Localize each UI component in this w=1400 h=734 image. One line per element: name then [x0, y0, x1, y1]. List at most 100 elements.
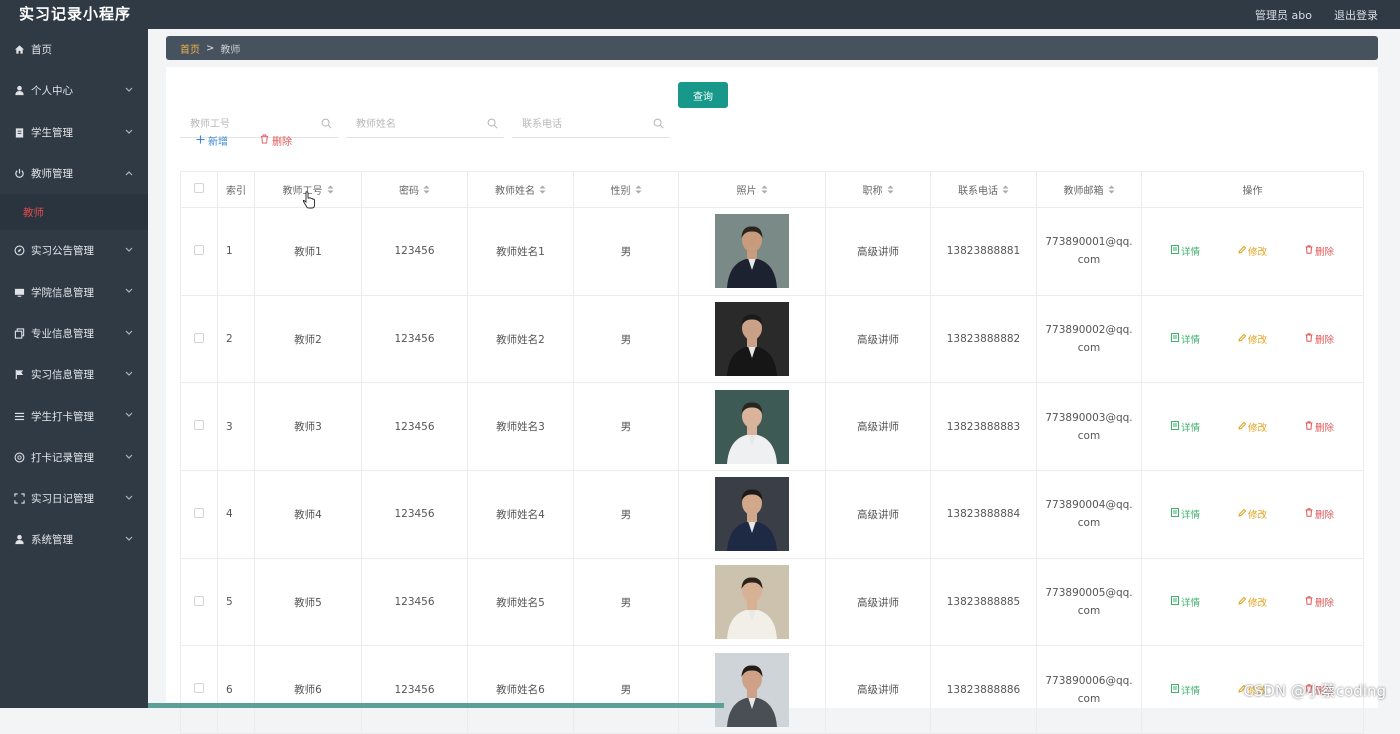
sort-icon[interactable] — [761, 185, 768, 197]
row-select-cell — [180, 645, 218, 734]
delete-label: 删除 — [1314, 598, 1334, 610]
sidebar-item-checkin-records[interactable]: 打卡记录管理 — [0, 437, 148, 478]
chevron-down-icon — [125, 327, 133, 339]
cell-actions: 详情 修改 删除 — [1141, 207, 1364, 296]
detail-button[interactable]: 详情 — [1170, 244, 1200, 259]
row-checkbox[interactable] — [194, 683, 204, 694]
teacher-photo[interactable] — [715, 214, 789, 289]
sidebar-item-college[interactable]: 学院信息管理 — [0, 271, 148, 312]
trash-icon — [260, 134, 272, 147]
logout-link[interactable]: 退出登录 — [1334, 7, 1378, 23]
table-row: 1 教师1 123456 教师姓名1 男 高级讲师 13823888881 77… — [180, 207, 1364, 296]
cell-phone: 13823888885 — [930, 557, 1037, 647]
phone-input[interactable] — [512, 112, 642, 136]
watermark: CSDN @小蔡coding — [1243, 682, 1386, 700]
sidebar-item-diary[interactable]: 实习日记管理 — [0, 478, 148, 519]
detail-button[interactable]: 详情 — [1170, 332, 1200, 347]
cell-photo — [678, 294, 826, 384]
pencil-icon — [1238, 333, 1248, 345]
teacher-photo[interactable] — [715, 652, 789, 727]
sort-icon[interactable] — [1108, 185, 1115, 197]
delete-button[interactable]: 删除 — [1305, 244, 1334, 258]
row-checkbox[interactable] — [194, 595, 204, 606]
select-all-checkbox[interactable] — [194, 183, 204, 193]
email-text: 773890004@qq.com — [1045, 499, 1133, 530]
copy-icon — [12, 326, 26, 340]
column-header-gender[interactable]: 性别 — [573, 171, 679, 208]
teacher-name-input[interactable] — [346, 112, 476, 136]
sidebar-item-home[interactable]: 首页 — [0, 29, 148, 70]
batch-delete-button[interactable]: 删除 — [260, 133, 292, 148]
query-button[interactable]: 查询 — [678, 82, 728, 108]
sidebar-item-label: 教师管理 — [31, 168, 73, 181]
column-header-phone[interactable]: 联系电话 — [930, 171, 1037, 208]
edit-button[interactable]: 修改 — [1238, 507, 1267, 521]
delete-button[interactable]: 删除 — [1305, 507, 1334, 521]
row-checkbox[interactable] — [194, 244, 204, 255]
sort-icon[interactable] — [423, 185, 430, 197]
sidebar-item-announcements[interactable]: 实习公告管理 — [0, 230, 148, 271]
list-icon — [12, 409, 26, 423]
edit-button[interactable]: 修改 — [1238, 244, 1267, 258]
teacher-photo[interactable] — [715, 477, 789, 552]
column-header-photo[interactable]: 照片 — [678, 171, 826, 208]
row-checkbox[interactable] — [194, 332, 204, 343]
detail-button[interactable]: 详情 — [1170, 420, 1200, 434]
column-header-title[interactable]: 职称 — [825, 171, 931, 208]
breadcrumb-separator: > — [206, 42, 215, 54]
detail-button[interactable]: 详情 — [1170, 507, 1200, 521]
sort-icon[interactable] — [887, 185, 894, 197]
email-text: 773890005@qq.com — [1045, 587, 1133, 618]
cell-gender: 男 — [573, 294, 679, 384]
sort-icon[interactable] — [327, 185, 334, 197]
column-header-teacher-name[interactable]: 教师姓名 — [467, 171, 574, 208]
detail-label: 详情 — [1180, 335, 1200, 347]
header-label: 职称 — [862, 186, 883, 197]
delete-button[interactable]: 删除 — [1305, 595, 1334, 609]
header-label: 照片 — [736, 186, 757, 197]
edit-button[interactable]: 修改 — [1238, 595, 1267, 609]
edit-button[interactable]: 修改 — [1238, 420, 1267, 434]
delete-button[interactable]: 删除 — [1305, 420, 1334, 434]
sort-icon[interactable] — [1002, 185, 1009, 197]
sort-icon[interactable] — [539, 185, 546, 197]
cell-photo — [678, 207, 826, 296]
sidebar-item-checkin[interactable]: 学生打卡管理 — [0, 395, 148, 436]
header-label: 密码 — [399, 186, 419, 197]
row-select-cell — [180, 207, 218, 296]
delete-button[interactable]: 删除 — [1305, 332, 1334, 346]
cell-password: 123456 — [361, 557, 468, 647]
teacher-photo[interactable] — [715, 565, 789, 640]
column-header-email[interactable]: 教师邮箱 — [1036, 171, 1142, 208]
cell-photo — [678, 382, 826, 472]
detail-label: 详情 — [1180, 247, 1200, 259]
sidebar-item-internship[interactable]: 实习信息管理 — [0, 354, 148, 395]
row-checkbox[interactable] — [194, 420, 204, 431]
edit-button[interactable]: 修改 — [1238, 332, 1267, 346]
detail-button[interactable]: 详情 — [1170, 683, 1200, 697]
user-label: 管理员 abo — [1255, 9, 1312, 22]
sidebar-item-teachers[interactable]: 教师管理 — [0, 153, 148, 194]
breadcrumb-home[interactable]: 首页 — [180, 41, 200, 56]
sidebar-item-students[interactable]: 学生管理 — [0, 112, 148, 153]
sidebar-item-profile[interactable]: 个人中心 — [0, 70, 148, 111]
email-text: 773890002@qq.com — [1045, 324, 1133, 355]
sidebar-item-major[interactable]: 专业信息管理 — [0, 313, 148, 354]
teacher-photo[interactable] — [715, 389, 789, 464]
sidebar-item-system[interactable]: 系统管理 — [0, 519, 148, 560]
teacher-table: 索引 教师工号 密码 教师姓名 性别 照片 职称 联系电话 教师邮箱 操作 1 … — [180, 171, 1364, 734]
sidebar-subitem-teacher[interactable]: 教师 — [0, 194, 148, 231]
horizontal-scrollbar[interactable] — [148, 703, 724, 708]
cell-phone: 13823888881 — [930, 207, 1037, 296]
detail-label: 详情 — [1180, 422, 1200, 434]
sort-icon[interactable] — [635, 185, 642, 197]
add-button[interactable]: 新增 — [196, 133, 228, 148]
teacher-photo[interactable] — [715, 302, 789, 377]
trash-icon — [1305, 245, 1315, 257]
detail-button[interactable]: 详情 — [1170, 595, 1200, 609]
row-select-cell — [180, 557, 218, 647]
cell-actions: 详情 修改 删除 — [1141, 294, 1364, 384]
row-checkbox[interactable] — [194, 507, 204, 518]
sidebar-item-label: 学院信息管理 — [31, 286, 94, 299]
column-header-password[interactable]: 密码 — [361, 171, 468, 208]
